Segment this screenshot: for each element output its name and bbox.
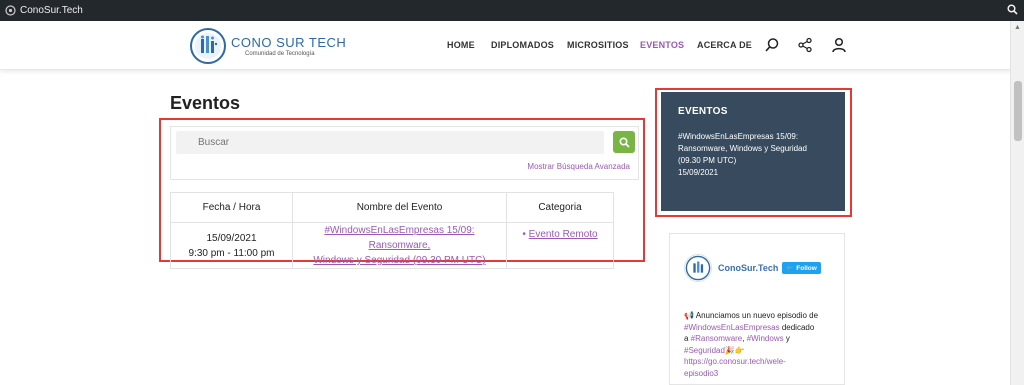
twitter-bird-icon: 🐦 <box>786 265 795 272</box>
widget-event-item[interactable]: #WindowsEnLasEmpresas 15/09: Ransomware,… <box>678 131 828 179</box>
column-header-date: Fecha / Hora <box>170 192 293 223</box>
hashtag-link[interactable]: #Ransomware <box>691 334 743 343</box>
widget-event-line-2[interactable]: Ransomware, Windows y Seguridad <box>678 143 828 155</box>
user-icon[interactable] <box>831 37 847 53</box>
event-name-cell: #WindowsEnLasEmpresas 15/09: Ransomware,… <box>292 222 507 269</box>
event-time: 9:30 pm - 11:00 pm <box>188 247 275 259</box>
hashtag-link[interactable]: #WindowsEnLasEmpresas <box>684 323 780 332</box>
search-icon[interactable] <box>1007 4 1018 18</box>
event-name-line-1[interactable]: #WindowsEnLasEmpresas 15/09: Ransomware, <box>324 225 474 251</box>
tweet-url-link[interactable]: episodio3 <box>684 369 718 378</box>
event-category-cell: • Evento Remoto <box>506 222 614 269</box>
widget-event-line-3[interactable]: (09.30 PM UTC) <box>678 155 828 167</box>
page-scrollbar[interactable]: ▲ <box>1010 21 1024 385</box>
event-date-cell: 15/09/2021 9:30 pm - 11:00 pm <box>170 222 293 269</box>
table-header-row: Fecha / Hora Nombre del Evento Categoria <box>170 192 614 223</box>
event-name-line-2[interactable]: Windows y Seguridad (09.30 PM UTC) <box>313 255 485 266</box>
hashtag-link[interactable]: #Seguridad <box>684 346 725 355</box>
sidebar-events-widget: EVENTOS #WindowsEnLasEmpresas 15/09: Ran… <box>661 92 845 211</box>
advanced-search-link[interactable]: Mostrar Búsqueda Avanzada <box>527 162 630 171</box>
twitter-header: ConoSur.Tech 🐦 Follow <box>684 254 821 282</box>
nav-item-diplomados[interactable]: DIPLOMADOS <box>491 40 554 50</box>
party-icon: 🎉👉 <box>724 345 745 355</box>
cono-sur-tech-logo-icon <box>190 28 226 64</box>
megaphone-icon: 📢 <box>684 311 694 320</box>
table-row: 15/09/2021 9:30 pm - 11:00 pm #WindowsEn… <box>170 222 614 269</box>
event-name-link[interactable]: #WindowsEnLasEmpresas 15/09: Ransomware,… <box>313 225 485 266</box>
column-header-event-name: Nombre del Evento <box>292 192 507 223</box>
magnifier-icon <box>618 136 630 148</box>
tweet-text-part: Anunciamos un nuevo episodio de <box>695 311 819 320</box>
scrollbar-thumb[interactable] <box>1014 81 1022 141</box>
event-date: 15/09/2021 <box>206 232 257 244</box>
search-submit-button[interactable] <box>613 131 635 153</box>
tweet-url-link[interactable]: https://go.conosur.tech/wele- <box>684 357 786 366</box>
search-input[interactable] <box>176 131 604 154</box>
brand-name: CONO SUR TECH <box>231 35 347 50</box>
brand-logo[interactable]: CONO SUR TECH Comunidad de Tecnología <box>189 27 346 65</box>
tweet-text-part: y <box>783 334 790 343</box>
share-icon[interactable] <box>797 37 813 53</box>
nav-item-home[interactable]: HOME <box>447 40 475 50</box>
tweet-text-part: a <box>684 334 691 343</box>
search-icon[interactable] <box>764 37 780 53</box>
hashtag-link[interactable]: #Windows <box>747 334 784 343</box>
admin-bar-site-name[interactable]: ConoSur.Tech <box>20 5 83 16</box>
widget-event-line-1[interactable]: #WindowsEnLasEmpresas 15/09: <box>678 131 828 143</box>
widget-title: EVENTOS <box>678 106 728 117</box>
events-table: Fecha / Hora Nombre del Evento Categoria… <box>170 192 614 269</box>
tweet-text: 📢 Anunciamos un nuevo episodio de #Windo… <box>684 310 834 379</box>
site-header: CONO SUR TECH Comunidad de Tecnología HO… <box>0 21 1024 70</box>
avatar[interactable] <box>684 254 712 282</box>
admin-bar: ConoSur.Tech <box>0 0 1024 21</box>
event-category-link[interactable]: Evento Remoto <box>529 229 598 240</box>
page-title: Eventos <box>170 93 241 113</box>
nav-item-eventos[interactable]: EVENTOS <box>640 40 684 50</box>
follow-label: Follow <box>796 265 817 272</box>
nav-item-acerca-de[interactable]: ACERCA DE <box>697 40 752 50</box>
scroll-up-icon[interactable]: ▲ <box>1014 24 1021 31</box>
twitter-follow-button[interactable]: 🐦 Follow <box>782 262 821 274</box>
tweet-text-part: dedicado <box>779 322 815 332</box>
site-logo-icon[interactable] <box>3 4 17 18</box>
bullet-icon: • <box>522 229 526 240</box>
event-search-panel: Mostrar Búsqueda Avanzada <box>170 126 639 180</box>
brand-tagline: Comunidad de Tecnología <box>245 51 315 57</box>
twitter-account-name[interactable]: ConoSur.Tech <box>718 263 778 273</box>
twitter-widget: ConoSur.Tech 🐦 Follow 📢 Anunciamos un nu… <box>669 233 845 385</box>
widget-event-date: 15/09/2021 <box>678 168 719 177</box>
column-header-category: Categoria <box>506 192 614 223</box>
nav-item-micrositios[interactable]: MICROSITIOS <box>567 40 629 50</box>
